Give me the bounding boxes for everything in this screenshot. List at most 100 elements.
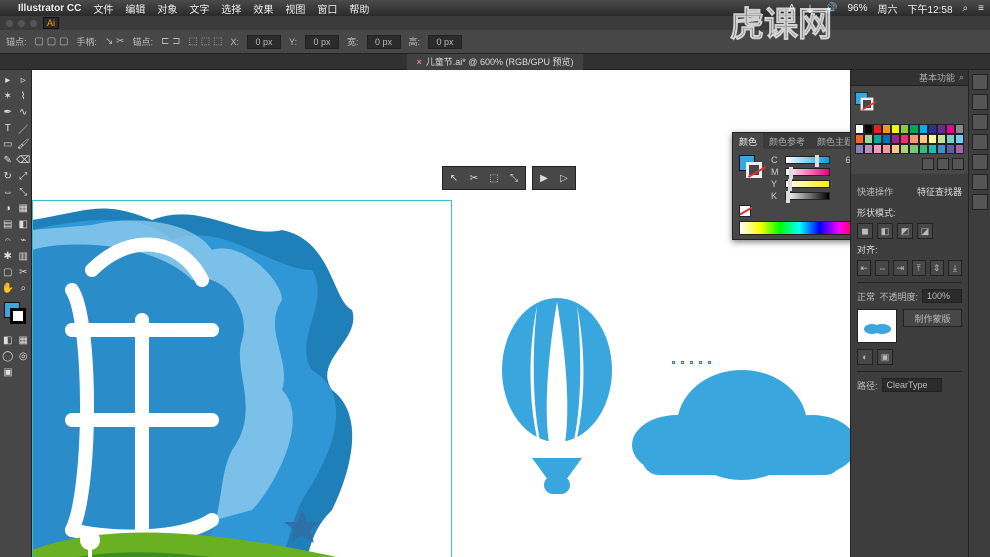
swatch-cell[interactable] [955,124,964,134]
anchor-points-selection[interactable] [672,361,711,364]
gradient-mode-icon[interactable]: ▦ [16,332,32,348]
swatch-cell[interactable] [864,144,873,154]
slider-k[interactable]: K0% [771,191,850,201]
swatches-panel[interactable] [851,86,968,174]
swatch-cell[interactable] [919,124,928,134]
eraser-tool[interactable]: ⌫ [16,152,32,168]
swatch-trash-icon[interactable] [952,158,964,170]
swatch-cell[interactable] [928,124,937,134]
menu-type[interactable]: 文字 [189,1,209,16]
color-panel[interactable]: 颜色 颜色参考 颜色主题 C67.31% M8.2% Y5.14% K0% [732,132,850,240]
dock-icon-7[interactable] [972,194,988,210]
swatch-cell[interactable] [882,124,891,134]
artboard-tool[interactable]: ▢ [0,264,16,280]
rotate-tool[interactable]: ↻ [0,168,16,184]
dock-icon-1[interactable] [972,74,988,90]
align-row[interactable]: ⇤ ⇔ ⇥ ⤒ ⇕ ⤓ [857,260,962,276]
floating-toolbar-2[interactable]: ▶ ▷ [532,166,576,190]
color-spectrum[interactable] [739,221,850,235]
rectangle-tool[interactable]: ▭ [0,136,16,152]
selection-tool[interactable]: ▸ [0,72,16,88]
align-bottom-icon[interactable]: ⤓ [948,260,962,276]
draw-behind-icon[interactable]: ◎ [16,348,32,364]
swatch-cell[interactable] [928,144,937,154]
dock-icon-6[interactable] [972,174,988,190]
h-field[interactable]: 0 px [428,35,462,49]
free-transform-tool[interactable]: ⤡ [16,184,32,200]
none-color-icon[interactable] [739,205,751,217]
align-top-icon[interactable]: ⤒ [912,260,926,276]
intersect-icon[interactable]: ◩ [897,223,913,239]
mesh-tool[interactable]: ▤ [0,216,16,232]
slider-y[interactable]: Y5.14% [771,179,850,189]
pathfinder-field[interactable]: ClearType [882,378,942,392]
type-tool[interactable]: T [0,120,16,136]
swatch-grid[interactable] [855,124,964,154]
align-hcenter-icon[interactable]: ⇔ [875,260,889,276]
align-left-icon[interactable]: ⇤ [857,260,871,276]
x-field[interactable]: 0 px [247,35,281,49]
graph-tool[interactable]: ▥ [16,248,32,264]
width-tool[interactable]: ⇔ [0,184,16,200]
handle-group[interactable]: ↘ ✂ [105,36,125,47]
status-volume-icon[interactable]: 🔊 [825,3,837,14]
swatch-cell[interactable] [891,134,900,144]
align-anchor-group[interactable]: ⊏ ⊐ [161,36,181,47]
magic-wand-tool[interactable]: ✶ [0,88,16,104]
color-panel-tabs[interactable]: 颜色 颜色参考 颜色主题 [733,133,850,149]
y-field[interactable]: 0 px [305,35,339,49]
ft1-icon-b[interactable]: ✂ [465,169,483,187]
swatch-cell[interactable] [855,124,864,134]
line-tool[interactable]: ／ [16,120,32,136]
minus-front-icon[interactable]: ◧ [877,223,893,239]
menu-window[interactable]: 窗口 [317,1,337,16]
zoom-tool[interactable]: ⌕ [16,280,32,296]
canvas[interactable]: ↖ ✂ ⬚ ⤡ ▶ ▷ 颜色 颜色参考 颜色主题 [32,70,850,557]
shaper-tool[interactable]: ✎ [0,152,16,168]
swatch-cell[interactable] [882,134,891,144]
spotlight-icon[interactable]: ⌕ [963,3,969,14]
swatch-cell[interactable] [928,134,937,144]
dock-icon-5[interactable] [972,154,988,170]
menu-edit[interactable]: 编辑 [125,1,145,16]
swatch-cell[interactable] [909,134,918,144]
swatch-cell[interactable] [882,144,891,154]
hand-tool[interactable]: ✋ [0,280,16,296]
dock-icon-3[interactable] [972,114,988,130]
swatch-cell[interactable] [855,134,864,144]
anchor-convert-group[interactable]: ▢ ▢ ▢ [35,36,69,47]
tab-color-guide[interactable]: 颜色参考 [763,133,811,149]
dock-icon-2[interactable] [972,94,988,110]
menu-select[interactable]: 选择 [221,1,241,16]
isolate-group[interactable]: ⬚ ⬚ ⬚ [189,36,223,47]
swatch-cell[interactable] [873,144,882,154]
menu-effect[interactable]: 效果 [253,1,273,16]
align-vcenter-icon[interactable]: ⇕ [930,260,944,276]
swatch-cell[interactable] [900,144,909,154]
scale-tool[interactable]: ⤢ [16,168,32,184]
swatch-menu-icon[interactable] [922,158,934,170]
make-mask-button[interactable]: 制作蒙版 [903,309,962,327]
menu-view[interactable]: 视图 [285,1,305,16]
swatches-fill-stroke[interactable] [855,92,876,113]
swatch-cell[interactable] [864,134,873,144]
slice-tool[interactable]: ✂ [16,264,32,280]
slider-c[interactable]: C67.31% [771,155,850,165]
gradient-tool[interactable]: ◧ [16,216,32,232]
swatch-cell[interactable] [909,124,918,134]
swatch-new-icon[interactable] [937,158,949,170]
menu-file[interactable]: 文件 [93,1,113,16]
status-lang-icon[interactable]: A [788,3,795,14]
blend-tool[interactable]: ⌁ [16,232,32,248]
color-mode-icon[interactable]: ◧ [0,332,16,348]
menu-help[interactable]: 帮助 [349,1,369,16]
menu-object[interactable]: 对象 [157,1,177,16]
invert-mask-icon[interactable]: ◐ [857,349,873,365]
unite-icon[interactable]: ◼ [857,223,873,239]
swatch-cell[interactable] [955,144,964,154]
swatch-cell[interactable] [864,124,873,134]
w-field[interactable]: 0 px [367,35,401,49]
swatch-cell[interactable] [900,124,909,134]
ft2-icon-b[interactable]: ▷ [555,169,573,187]
app-name-menu[interactable]: Illustrator CC [18,3,81,14]
